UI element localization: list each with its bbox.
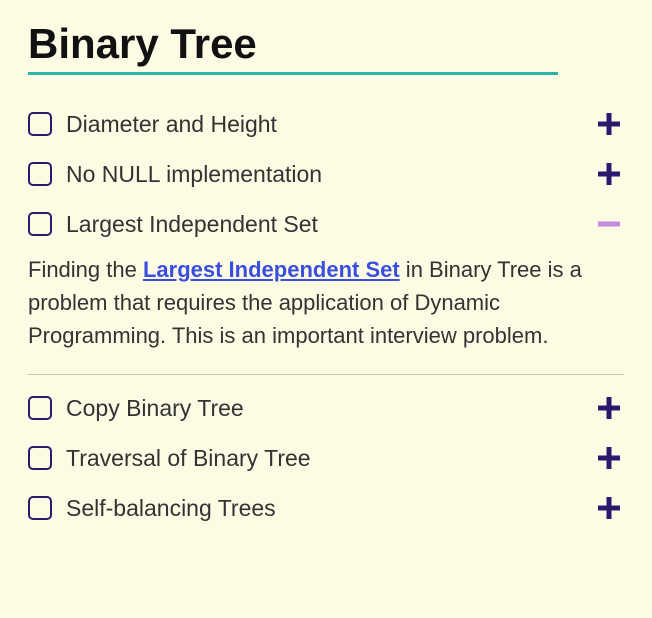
checkbox[interactable] [28,396,52,420]
list-item: Self-balancing Trees [28,483,624,533]
list-item: Traversal of Binary Tree [28,433,624,483]
checkbox[interactable] [28,212,52,236]
expanded-content: Finding the Largest Independent Set in B… [28,249,624,368]
plus-icon[interactable] [594,109,624,139]
divider [28,374,624,375]
plus-icon[interactable] [594,493,624,523]
list-item: Largest Independent Set [28,199,624,249]
checkbox[interactable] [28,162,52,186]
checkbox[interactable] [28,496,52,520]
list-item: No NULL implementation [28,149,624,199]
item-label: Diameter and Height [66,111,594,138]
plus-icon[interactable] [594,159,624,189]
item-label: Traversal of Binary Tree [66,445,594,472]
section-heading: Binary Tree [28,20,558,75]
checkbox[interactable] [28,446,52,470]
content-prefix: Finding the [28,257,143,282]
item-label: Largest Independent Set [66,211,594,238]
item-label: No NULL implementation [66,161,594,188]
list-item: Diameter and Height [28,99,624,149]
item-label: Self-balancing Trees [66,495,594,522]
plus-icon[interactable] [594,443,624,473]
checkbox[interactable] [28,112,52,136]
content-link[interactable]: Largest Independent Set [143,257,400,282]
plus-icon[interactable] [594,393,624,423]
item-label: Copy Binary Tree [66,395,594,422]
list-item: Copy Binary Tree [28,383,624,433]
minus-icon[interactable] [594,209,624,239]
